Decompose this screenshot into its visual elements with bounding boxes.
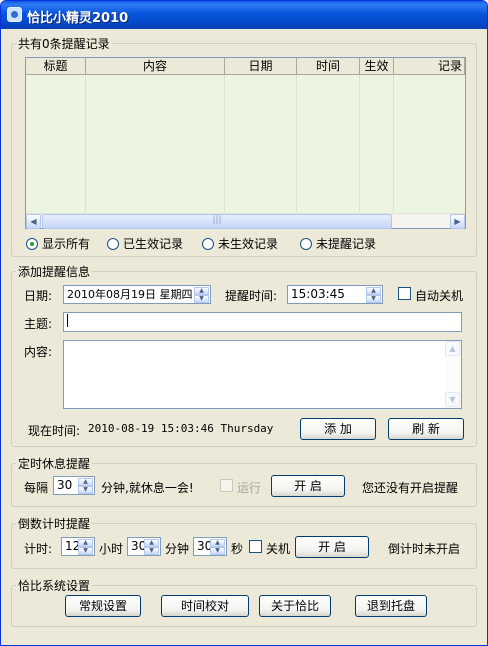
- spin-down-icon[interactable]: ▼: [210, 547, 225, 555]
- system-settings-legend: 恰比系统设置: [18, 579, 91, 593]
- rest-run-checkbox[interactable]: [220, 479, 233, 492]
- date-label: 日期:: [24, 289, 53, 303]
- countdown-status-text: 倒计时未开启: [388, 542, 461, 556]
- minimize-to-tray-button[interactable]: 退到托盘: [355, 595, 427, 617]
- add-reminder-legend: 添加提醒信息: [18, 265, 91, 279]
- column-header-title[interactable]: 标题: [26, 58, 86, 75]
- vertical-scrollbar[interactable]: ▲ ▼: [445, 341, 461, 408]
- remind-time-picker[interactable]: 15:03:45 ▲ ▼: [287, 285, 383, 304]
- scroll-up-icon[interactable]: ▲: [445, 341, 460, 356]
- date-spinner[interactable]: ▲ ▼: [194, 287, 209, 303]
- time-spinner[interactable]: ▲ ▼: [366, 287, 381, 303]
- spin-up-icon[interactable]: ▲: [144, 539, 159, 547]
- radio-icon[interactable]: [26, 238, 38, 250]
- rest-reminder-legend: 定时休息提醒: [18, 457, 91, 471]
- grid-line: [296, 75, 297, 212]
- seconds-stepper[interactable]: 30 ▲ ▼: [193, 537, 227, 556]
- rest-start-button[interactable]: 开 启: [271, 475, 345, 497]
- filter-show-all[interactable]: 显示所有: [26, 235, 90, 251]
- spin-down-icon[interactable]: ▼: [78, 486, 93, 494]
- minutes-stepper[interactable]: 30 ▲ ▼: [127, 537, 161, 556]
- filter-label: 未提醒记录: [316, 237, 377, 251]
- app-icon: [7, 7, 22, 22]
- countdown-shutdown-checkbox[interactable]: [249, 540, 262, 553]
- refresh-button[interactable]: 刷 新: [388, 418, 464, 440]
- rest-status-text: 您还没有开启提醒: [362, 481, 459, 495]
- date-value: 2010年08月19日 星期四: [67, 288, 193, 301]
- radio-icon[interactable]: [300, 238, 312, 250]
- remind-time-label: 提醒时间:: [225, 289, 278, 303]
- text-cursor: [67, 314, 68, 327]
- column-header-time[interactable]: 时间: [297, 58, 360, 75]
- content-label: 内容:: [24, 345, 53, 359]
- general-settings-button[interactable]: 常规设置: [65, 595, 141, 617]
- grid-line: [359, 75, 360, 212]
- spin-up-icon[interactable]: ▲: [366, 287, 381, 295]
- seconds-label: 秒: [231, 542, 244, 556]
- filter-active[interactable]: 已生效记录: [107, 235, 183, 251]
- now-time-value: 2010-08-19 15:03:46 Thursday: [88, 422, 274, 435]
- column-header-content[interactable]: 内容: [86, 58, 225, 75]
- radio-icon[interactable]: [202, 238, 214, 250]
- spin-up-icon[interactable]: ▲: [78, 478, 93, 486]
- time-sync-button[interactable]: 时间校对: [161, 595, 249, 617]
- rest-minutes-stepper[interactable]: 30 ▲ ▼: [53, 476, 95, 495]
- scroll-thumb[interactable]: |||: [42, 214, 392, 229]
- about-button[interactable]: 关于恰比: [259, 595, 331, 617]
- hours-stepper[interactable]: 12 ▲ ▼: [61, 537, 95, 556]
- seconds-spinner[interactable]: ▲ ▼: [210, 539, 225, 555]
- grid-line: [85, 75, 86, 212]
- rest-spinner[interactable]: ▲ ▼: [78, 478, 93, 494]
- now-time-label: 现在时间:: [28, 424, 81, 438]
- window-title: 恰比小精灵2010: [27, 11, 129, 26]
- add-button[interactable]: 添 加: [300, 418, 376, 440]
- spin-up-icon[interactable]: ▲: [78, 539, 93, 547]
- rest-suffix-label: 分钟,就休息一会!: [101, 481, 194, 495]
- filter-label: 已生效记录: [123, 237, 184, 251]
- filter-label: 显示所有: [42, 237, 91, 251]
- minutes-label: 分钟: [165, 542, 190, 556]
- scroll-right-icon[interactable]: ▶: [450, 214, 465, 229]
- column-header-active[interactable]: 生效: [360, 58, 394, 75]
- auto-shutdown-label: 自动关机: [415, 289, 464, 303]
- countdown-shutdown-label: 关机: [266, 542, 291, 556]
- spin-down-icon[interactable]: ▼: [366, 295, 381, 303]
- horizontal-scrollbar[interactable]: ◀ ||| ▶: [26, 213, 465, 229]
- countdown-timer-label: 计时:: [24, 542, 53, 556]
- grid-line: [393, 75, 394, 212]
- remind-time-value: 15:03:45: [291, 287, 345, 301]
- radio-icon[interactable]: [107, 238, 119, 250]
- rest-minutes-value: 30: [57, 478, 73, 492]
- auto-shutdown-checkbox[interactable]: [398, 287, 411, 300]
- scroll-down-icon[interactable]: ▼: [445, 392, 460, 407]
- grid-line: [224, 75, 225, 212]
- filter-unreminded[interactable]: 未提醒记录: [300, 235, 376, 251]
- title-bar[interactable]: 恰比小精灵2010: [1, 1, 487, 29]
- countdown-legend: 倒数计时提醒: [18, 517, 91, 531]
- date-picker[interactable]: 2010年08月19日 星期四 ▲ ▼: [63, 285, 211, 304]
- spin-up-icon[interactable]: ▲: [194, 287, 209, 295]
- spin-down-icon[interactable]: ▼: [194, 295, 209, 303]
- spin-down-icon[interactable]: ▼: [144, 547, 159, 555]
- countdown-start-button[interactable]: 开 启: [295, 536, 369, 558]
- content-textarea[interactable]: ▲ ▼: [63, 340, 462, 409]
- column-header-date[interactable]: 日期: [225, 58, 297, 75]
- subject-label: 主题:: [24, 317, 53, 331]
- subject-input[interactable]: [63, 312, 462, 332]
- spin-down-icon[interactable]: ▼: [78, 547, 93, 555]
- spin-up-icon[interactable]: ▲: [210, 539, 225, 547]
- column-header-record[interactable]: 记录: [394, 58, 465, 75]
- filter-inactive[interactable]: 未生效记录: [202, 235, 278, 251]
- rest-every-label: 每隔: [24, 481, 49, 495]
- records-table[interactable]: 标题 内容 日期 时间 生效 记录 ◀ ||| ▶: [25, 57, 466, 229]
- scroll-left-icon[interactable]: ◀: [26, 214, 41, 229]
- filter-label: 未生效记录: [218, 237, 279, 251]
- hours-spinner[interactable]: ▲ ▼: [78, 539, 93, 555]
- hours-label: 小时: [99, 542, 124, 556]
- records-legend: 共有0条提醒记录: [18, 37, 110, 51]
- minutes-spinner[interactable]: ▲ ▼: [144, 539, 159, 555]
- rest-run-label: 运行: [237, 481, 262, 495]
- app-window: 恰比小精灵2010 共有0条提醒记录 标题 内容 日期 时间 生效 记录 ◀ |…: [0, 0, 488, 646]
